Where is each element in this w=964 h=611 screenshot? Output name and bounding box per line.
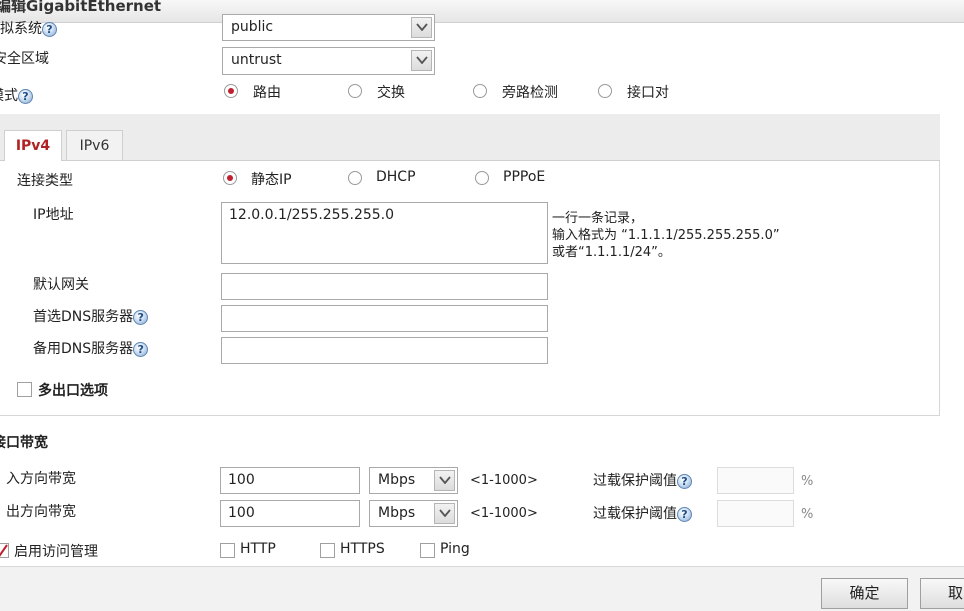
conn-option-static: 静态IP: [251, 172, 292, 188]
outbound-overload-input[interactable]: [717, 500, 794, 527]
multi-exit-label: 多出口选项: [38, 383, 108, 399]
conn-option-pppoe: PPPoE: [503, 169, 546, 185]
chevron-down-icon[interactable]: [434, 470, 455, 491]
chevron-down-icon[interactable]: [411, 50, 432, 71]
mode-label: 模式?: [0, 85, 33, 105]
gateway-input[interactable]: [221, 273, 548, 300]
dns-primary-label: 首选DNS服务器?: [33, 306, 149, 326]
dialog-title: 编辑GigabitEthernet: [0, 0, 162, 15]
outbound-range-hint: <1-1000>: [470, 506, 538, 521]
access-https-label: HTTPS: [340, 541, 385, 557]
outbound-percent: %: [801, 507, 814, 522]
access-manage-checkbox[interactable]: [0, 543, 9, 558]
bandwidth-section-title: 接口带宽: [0, 435, 48, 451]
inbound-overload-input[interactable]: [717, 467, 794, 494]
conn-radio-static[interactable]: [223, 171, 237, 185]
security-zone-value: untrust: [231, 52, 282, 68]
ip-format-hint-2: 输入格式为 “1.1.1.1/255.255.255.0”: [552, 228, 780, 243]
virtual-system-label: 虚拟系统?: [0, 18, 57, 38]
inbound-overload-label: 过载保护阈值?: [593, 470, 692, 490]
mode-radio-bypass[interactable]: [473, 84, 487, 98]
chevron-down-icon[interactable]: [411, 17, 432, 38]
multi-exit-checkbox[interactable]: [17, 382, 32, 397]
access-manage-label: 启用访问管理: [14, 544, 98, 560]
conn-option-dhcp: DHCP: [376, 169, 416, 185]
inbound-bandwidth-input[interactable]: 100: [220, 467, 360, 494]
conn-radio-dhcp[interactable]: [348, 171, 362, 185]
ip-format-hint-3: 或者“1.1.1.1/24”。: [552, 245, 671, 260]
help-icon[interactable]: ?: [42, 21, 57, 37]
access-ping-checkbox[interactable]: [420, 543, 435, 558]
mode-option-bypass: 旁路检测: [502, 85, 558, 101]
access-http-label: HTTP: [240, 541, 276, 557]
cancel-button[interactable]: 取消: [920, 578, 964, 609]
access-http-checkbox[interactable]: [220, 543, 235, 558]
dialog-title-bar: 编辑GigabitEthernet: [0, 0, 964, 23]
checkmark-icon: [0, 544, 8, 557]
inbound-unit-select[interactable]: Mbps: [369, 467, 458, 494]
tab-ipv6[interactable]: IPv6: [66, 130, 123, 160]
tab-strip: [0, 114, 940, 161]
help-icon[interactable]: ?: [677, 506, 692, 522]
inbound-percent: %: [801, 474, 814, 489]
dns-secondary-input[interactable]: [221, 337, 548, 364]
ip-format-hint-1: 一行一条记录，: [552, 211, 644, 226]
ok-button[interactable]: 确定: [821, 578, 908, 609]
ip-address-value: 12.0.0.1/255.255.255.0: [229, 207, 395, 223]
help-icon[interactable]: ?: [133, 341, 149, 357]
access-https-checkbox[interactable]: [320, 543, 335, 558]
mode-option-route: 路由: [253, 85, 281, 101]
dns-primary-input[interactable]: [221, 305, 548, 332]
dialog-footer: [0, 566, 964, 611]
outbound-unit-select[interactable]: Mbps: [369, 500, 458, 527]
access-ping-label: Ping: [440, 541, 470, 557]
inbound-bandwidth-label: 入方向带宽: [6, 471, 76, 487]
outbound-bandwidth-input[interactable]: 100: [220, 500, 360, 527]
security-zone-select[interactable]: untrust: [222, 47, 435, 75]
outbound-bandwidth-label: 出方向带宽: [6, 504, 76, 520]
help-icon[interactable]: ?: [18, 88, 33, 104]
ip-address-textarea[interactable]: 12.0.0.1/255.255.255.0: [221, 202, 548, 264]
mode-radio-pair[interactable]: [598, 84, 612, 98]
chevron-down-icon[interactable]: [434, 503, 455, 524]
mode-option-switch: 交换: [377, 85, 405, 101]
connection-type-label: 连接类型: [17, 173, 73, 189]
security-zone-label: 安全区域: [0, 51, 49, 67]
mode-radio-route[interactable]: [224, 84, 238, 98]
conn-radio-pppoe[interactable]: [475, 171, 489, 185]
outbound-overload-label: 过载保护阈值?: [593, 503, 692, 523]
gateway-label: 默认网关: [33, 277, 89, 293]
mode-radio-switch[interactable]: [348, 84, 362, 98]
help-icon[interactable]: ?: [133, 309, 149, 325]
tab-ipv4[interactable]: IPv4: [4, 130, 62, 161]
ip-address-label: IP地址: [33, 207, 74, 223]
mode-option-pair: 接口对: [627, 85, 669, 101]
virtual-system-value: public: [231, 19, 274, 35]
inbound-range-hint: <1-1000>: [470, 473, 538, 488]
dns-secondary-label: 备用DNS服务器?: [33, 338, 149, 358]
virtual-system-select[interactable]: public: [222, 14, 435, 41]
help-icon[interactable]: ?: [677, 473, 692, 489]
